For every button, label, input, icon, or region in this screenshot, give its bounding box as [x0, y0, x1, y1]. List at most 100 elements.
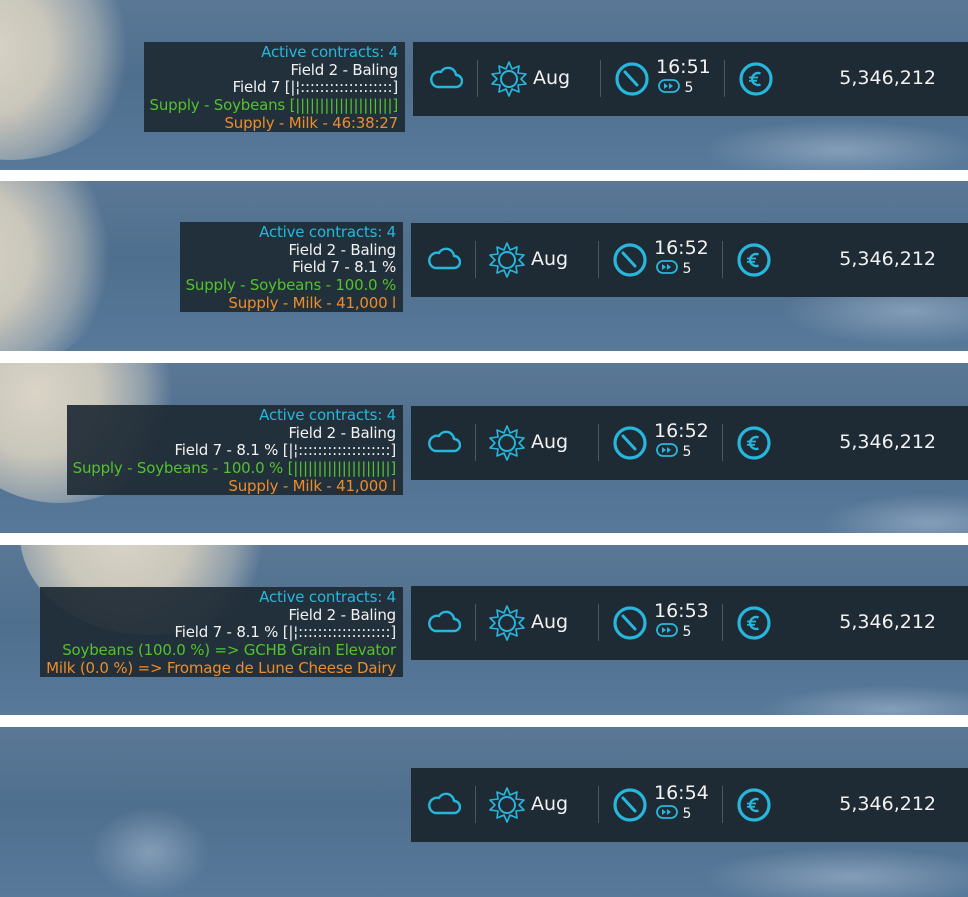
month-label: Aug [531, 793, 569, 815]
screenshot-strip-1: Active contracts: 4 Field 2 - Baling Fie… [0, 0, 968, 170]
money-value: 5,346,212 [839, 793, 936, 815]
divider [475, 424, 476, 461]
fast-forward-icon [656, 805, 678, 823]
screenshot-strip-5: Aug 16:54 5 5,346,212 [0, 727, 968, 897]
divider [477, 60, 478, 97]
divider [722, 241, 723, 278]
divider [722, 424, 723, 461]
time-speed[interactable]: 5 [656, 623, 691, 641]
fast-forward-icon [658, 79, 680, 97]
contracts-panel: Active contracts: 4 Field 2 - Baling Fie… [179, 222, 403, 313]
contract-line: Supply - Milk - 46:38:27 [224, 113, 398, 132]
contracts-title: Active contracts: 4 [261, 43, 398, 61]
time-label: 16:52 [654, 420, 709, 442]
screenshot-strip-4: Active contracts: 4 Field 2 - Baling Fie… [0, 545, 968, 715]
speed-value: 5 [682, 624, 692, 640]
status-hud: Aug 16:52 5 5,346,212 [411, 223, 968, 297]
time-label: 16:51 [656, 56, 711, 78]
contracts-panel: Active contracts: 4 Field 2 - Baling Fie… [66, 405, 403, 496]
contract-line: Field 7 - 8.1 % [|¦:::::::::::::::::::] [174, 623, 396, 642]
contracts-title: Active contracts: 4 [259, 406, 396, 424]
clock-icon[interactable] [612, 425, 648, 465]
clock-icon[interactable] [614, 61, 650, 101]
time-label: 16:52 [654, 237, 709, 259]
fast-forward-icon [656, 623, 678, 641]
cloud-icon[interactable] [427, 792, 462, 820]
divider [475, 786, 476, 823]
fast-forward-icon [656, 260, 678, 278]
contract-line: Supply - Soybeans [||||||||||||||||||||] [149, 96, 399, 115]
sun-icon[interactable] [487, 423, 527, 467]
clock-icon[interactable] [612, 242, 648, 282]
divider [722, 786, 723, 823]
divider [724, 60, 725, 97]
contract-line: Supply - Milk - 41,000 l [228, 293, 396, 312]
status-hud: Aug 16:53 5 5,346,212 [411, 586, 968, 660]
speed-value: 5 [682, 806, 692, 822]
cloud-icon[interactable] [427, 247, 462, 275]
time-label: 16:54 [654, 782, 709, 804]
screenshot-strip-2: Active contracts: 4 Field 2 - Baling Fie… [0, 181, 968, 351]
month-label: Aug [531, 248, 569, 270]
sun-icon[interactable] [487, 603, 527, 647]
divider [600, 60, 601, 97]
euro-icon[interactable] [736, 605, 772, 645]
status-hud: Aug 16:54 5 5,346,212 [411, 768, 968, 842]
contracts-title: Active contracts: 4 [259, 588, 396, 606]
euro-icon[interactable] [736, 425, 772, 465]
speed-value: 5 [684, 80, 694, 96]
month-label: Aug [531, 611, 569, 633]
contract-line: Field 2 - Baling [288, 605, 396, 624]
contract-line: Supply - Soybeans - 100.0 % [185, 276, 397, 295]
contract-line: Field 2 - Baling [288, 423, 396, 442]
status-hud: Aug 16:51 5 5,346,212 [413, 42, 968, 116]
speed-value: 5 [682, 444, 692, 460]
contract-line: Supply - Soybeans - 100.0 % [|||||||||||… [72, 459, 397, 478]
clock-icon[interactable] [612, 605, 648, 645]
time-speed[interactable]: 5 [656, 260, 691, 278]
money-value: 5,346,212 [839, 248, 936, 270]
sky-wisp [90, 807, 210, 897]
sky-wisp [820, 493, 968, 533]
euro-icon[interactable] [738, 61, 774, 101]
time-speed[interactable]: 5 [656, 805, 691, 823]
divider [475, 604, 476, 641]
time-label: 16:53 [654, 600, 709, 622]
divider [475, 241, 476, 278]
euro-icon[interactable] [736, 787, 772, 827]
euro-icon[interactable] [736, 242, 772, 282]
sky-wisp [700, 120, 968, 170]
contract-line: Supply - Milk - 41,000 l [228, 476, 396, 495]
contract-line: Field 2 - Baling [288, 240, 396, 259]
sky-cloud [0, 0, 140, 160]
speed-value: 5 [682, 261, 692, 277]
month-label: Aug [533, 67, 571, 89]
cloud-icon[interactable] [429, 66, 464, 94]
contract-line: Field 7 - 8.1 % [292, 258, 396, 277]
contract-line: Field 7 [|¦:::::::::::::::::::] [232, 78, 399, 97]
divider [598, 604, 599, 641]
money-value: 5,346,212 [839, 67, 936, 89]
contract-line: Soybeans (100.0 %) => GCHB Grain Elevato… [62, 641, 396, 660]
cloud-icon[interactable] [427, 430, 462, 458]
divider [598, 786, 599, 823]
contract-line: Field 2 - Baling [290, 60, 398, 79]
cloud-icon[interactable] [427, 610, 462, 638]
sun-icon[interactable] [487, 785, 527, 829]
time-speed[interactable]: 5 [656, 443, 691, 461]
divider [598, 424, 599, 461]
sun-icon[interactable] [487, 240, 527, 284]
sky-wisp [700, 847, 968, 897]
money-value: 5,346,212 [839, 431, 936, 453]
contracts-panel: Active contracts: 4 Field 2 - Baling Fie… [40, 587, 403, 678]
sky-cloud [0, 181, 120, 351]
contract-line: Milk (0.0 %) => Fromage de Lune Cheese D… [46, 658, 396, 677]
sun-icon[interactable] [489, 59, 529, 103]
fast-forward-icon [656, 443, 678, 461]
clock-icon[interactable] [612, 787, 648, 827]
screenshot-strip-3: Active contracts: 4 Field 2 - Baling Fie… [0, 363, 968, 533]
month-label: Aug [531, 431, 569, 453]
divider [598, 241, 599, 278]
time-speed[interactable]: 5 [658, 79, 693, 97]
contract-line: Field 7 - 8.1 % [|¦:::::::::::::::::::] [174, 441, 396, 460]
